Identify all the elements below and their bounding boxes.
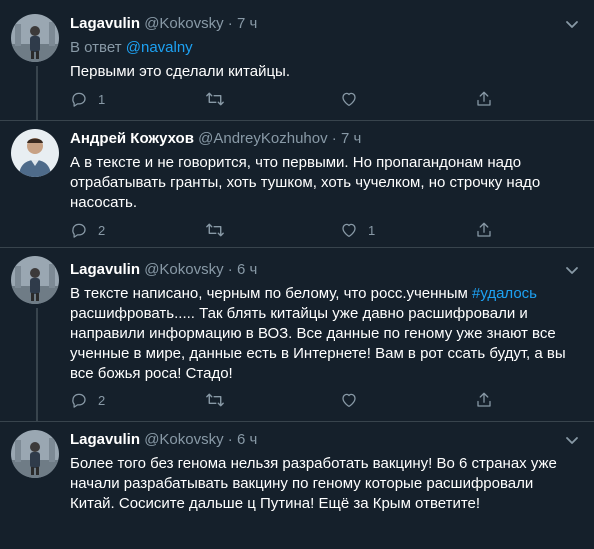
avatar[interactable] [11,430,59,478]
like-count: 1 [368,222,376,238]
reply-prefix: В ответ [70,39,126,56]
tweet-text: Более того без генома нельзя разработать… [70,455,557,512]
tweet-text: В тексте написано, черным по белому, что… [70,284,576,384]
more-caret-icon[interactable] [562,14,582,34]
tweet-text: Первыми это сделали китайцы. [70,63,291,80]
reply-icon [70,90,88,108]
tweet-header: Lagavulin @Kokovsky · 6 ч [70,430,257,450]
avatar[interactable] [11,14,59,62]
timestamp[interactable]: · 7 ч [332,130,362,147]
like-icon [340,391,358,409]
share-button[interactable] [475,390,493,410]
reply-context: В ответ @navalny [70,38,193,58]
reply-handle-link[interactable]: @navalny [126,39,193,56]
timestamp[interactable]: · 6 ч [228,431,258,448]
display-name[interactable]: Lagavulin [70,261,140,278]
retweet-icon [205,221,225,239]
retweet-icon [205,391,225,409]
tweet[interactable]: Андрей Кожухов @AndreyKozhuhov · 7 ч А в… [0,121,594,248]
like-button[interactable] [340,89,368,109]
reply-button[interactable]: 2 [70,390,105,410]
tweet-actions: 1 [70,89,500,109]
timestamp[interactable]: · 7 ч [228,15,258,32]
like-button[interactable] [340,390,368,410]
share-button[interactable] [475,89,493,109]
share-icon [475,391,493,409]
tweet-header: Андрей Кожухов @AndreyKozhuhov · 7 ч [70,129,361,149]
thread-connector [36,66,38,121]
tweet-actions: 2 1 [70,220,500,240]
tweet[interactable]: Lagavulin @Kokovsky · 6 ч Более того без… [0,422,594,549]
timestamp[interactable]: · 6 ч [228,261,258,278]
share-button[interactable] [475,220,493,240]
display-name[interactable]: Андрей Кожухов [70,130,194,147]
tweet[interactable]: Lagavulin @Kokovsky · 6 ч В тексте напис… [0,248,594,422]
thread-connector [36,308,38,422]
more-caret-icon[interactable] [562,430,582,450]
user-handle[interactable]: @Kokovsky [144,431,223,448]
more-caret-icon[interactable] [562,260,582,280]
avatar[interactable] [11,256,59,304]
share-icon [475,221,493,239]
like-button[interactable]: 1 [340,220,375,240]
user-handle[interactable]: @Kokovsky [144,15,223,32]
reply-icon [70,391,88,409]
display-name[interactable]: Lagavulin [70,431,140,448]
user-handle[interactable]: @Kokovsky [144,261,223,278]
like-icon [340,90,358,108]
text-segment: расшифровать..... Так блять китайцы уже … [70,305,566,382]
tweet[interactable]: Lagavulin @Kokovsky · 7 ч В ответ @naval… [0,0,594,121]
tweet-actions: 2 [70,390,500,410]
retweet-icon [205,90,225,108]
reply-icon [70,221,88,239]
retweet-button[interactable] [205,220,235,240]
display-name[interactable]: Lagavulin [70,15,140,32]
retweet-button[interactable] [205,89,235,109]
reply-button[interactable]: 2 [70,220,105,240]
reply-count: 2 [98,392,106,408]
reply-count: 2 [98,222,106,238]
hashtag-link[interactable]: #удалось [472,285,537,302]
user-handle[interactable]: @AndreyKozhuhov [198,130,327,147]
tweet-text: А в тексте и не говорится, что первыми. … [70,154,541,211]
tweet-thread: Lagavulin @Kokovsky · 7 ч В ответ @naval… [0,0,594,549]
share-icon [475,90,493,108]
retweet-button[interactable] [205,390,235,410]
text-segment: В тексте написано, черным по белому, что… [70,285,472,302]
reply-button[interactable]: 1 [70,89,105,109]
avatar[interactable] [11,129,59,177]
like-icon [340,221,358,239]
reply-count: 1 [98,91,106,107]
tweet-header: Lagavulin @Kokovsky · 7 ч [70,14,257,34]
tweet-header: Lagavulin @Kokovsky · 6 ч [70,260,257,280]
